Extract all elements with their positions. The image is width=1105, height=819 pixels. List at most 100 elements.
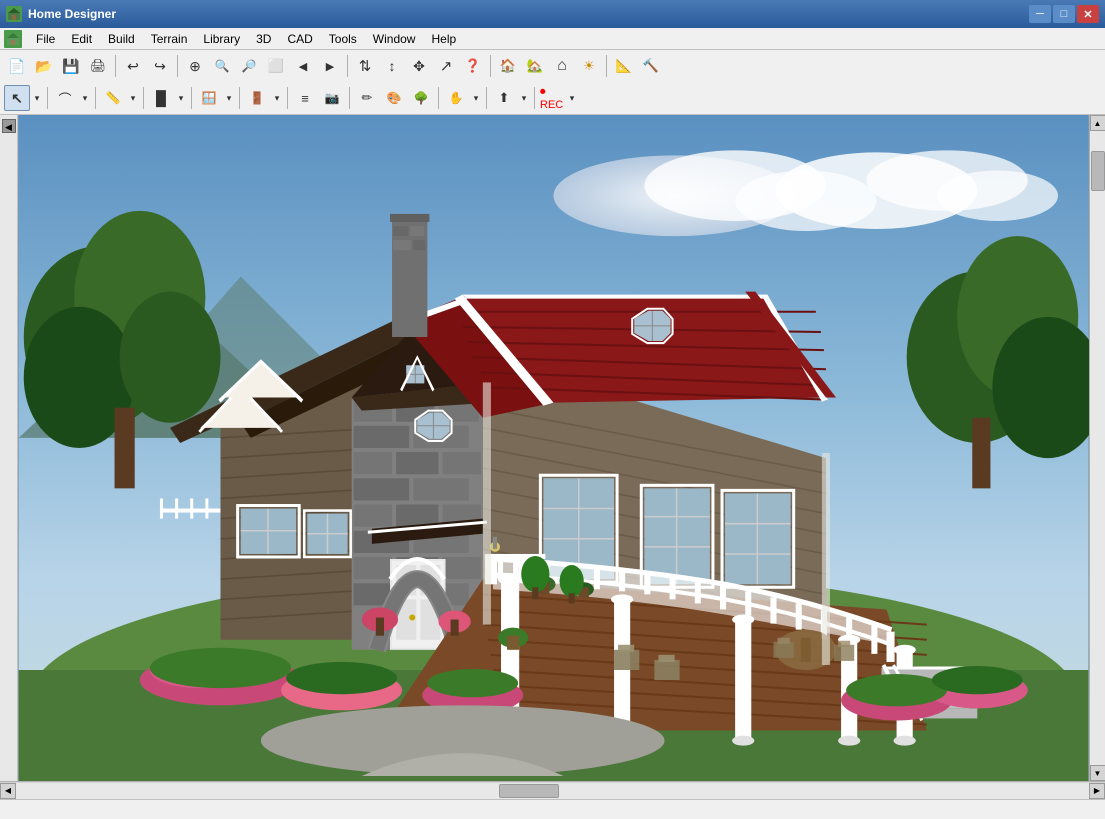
separator-5 bbox=[606, 55, 607, 77]
house-button[interactable]: 🏡 bbox=[522, 53, 548, 79]
scroll-track-horizontal[interactable] bbox=[16, 783, 1089, 799]
record-dropdown-button[interactable]: ▾ bbox=[566, 85, 578, 111]
toolbar-area: ⇅ ↕ ↗ 🏠 🏡 ⌂ ☀ 📐 🔨 ▾ ⌒ ▾ 📏 bbox=[0, 50, 1105, 115]
back-view-button[interactable] bbox=[290, 53, 316, 79]
scroll-track-vertical[interactable] bbox=[1090, 131, 1105, 765]
menu-build[interactable]: Build bbox=[100, 30, 143, 48]
paint-button[interactable]: 🎨 bbox=[381, 85, 407, 111]
separator-t5a bbox=[486, 87, 487, 109]
toolbar-draw-group: ⌒ ▾ 📏 ▾ bbox=[52, 85, 139, 111]
zoom-in-button[interactable] bbox=[209, 53, 235, 79]
main-area: ◀ bbox=[0, 115, 1105, 781]
toolbar-2: ▾ ⌒ ▾ 📏 ▾ █ ▾ 🪟 ▾ 🚪 ▾ ≡ 📷 ✏ 🎨 bbox=[0, 82, 1105, 114]
menu-terrain[interactable]: Terrain bbox=[143, 30, 196, 48]
toolbar-tools-group: ▾ bbox=[4, 85, 43, 111]
roof-button[interactable]: ⌂ bbox=[549, 53, 575, 79]
separator-t1 bbox=[47, 87, 48, 109]
status-bar bbox=[0, 799, 1105, 819]
landscape-button[interactable]: 🌳 bbox=[408, 85, 434, 111]
open-button[interactable] bbox=[31, 53, 57, 79]
scroll-left-arrow[interactable]: ◀ bbox=[0, 783, 16, 799]
menu-file[interactable]: File bbox=[28, 30, 63, 48]
toolbar-edit-group bbox=[120, 53, 173, 79]
separator-t1a bbox=[95, 87, 96, 109]
house-render-svg bbox=[18, 115, 1089, 781]
menu-edit[interactable]: Edit bbox=[63, 30, 100, 48]
menu-3d[interactable]: 3D bbox=[248, 30, 279, 48]
save-button[interactable] bbox=[58, 53, 84, 79]
forward-view-button[interactable] bbox=[317, 53, 343, 79]
redo-button[interactable] bbox=[147, 53, 173, 79]
minimize-button[interactable]: ─ bbox=[1029, 5, 1051, 23]
toolbar-hand-group: ✋ ▾ ⬆ ▾ bbox=[443, 85, 530, 111]
arc-button[interactable]: ⌒ bbox=[52, 85, 78, 111]
toolbar-walls-group: █ ▾ bbox=[148, 85, 187, 111]
hand-dropdown-button[interactable]: ▾ bbox=[470, 85, 482, 111]
extra-btn-2[interactable]: 🔨 bbox=[638, 53, 664, 79]
close-button[interactable]: ✕ bbox=[1077, 5, 1099, 23]
stairs-button[interactable]: ≡ bbox=[292, 85, 318, 111]
sun-button[interactable]: ☀ bbox=[576, 53, 602, 79]
draw-button[interactable]: ✏ bbox=[354, 85, 380, 111]
toolbar-file-group bbox=[4, 53, 111, 79]
canvas-area[interactable] bbox=[18, 115, 1089, 781]
extra-btn-1[interactable]: 📐 bbox=[611, 53, 637, 79]
help-button[interactable] bbox=[460, 53, 486, 79]
arc-dropdown-button[interactable]: ▾ bbox=[79, 85, 91, 111]
toolbar-view-group: ⇅ ↕ ↗ bbox=[352, 53, 486, 79]
menu-cad[interactable]: CAD bbox=[279, 30, 320, 48]
menu-help[interactable]: Help bbox=[423, 30, 464, 48]
zoom-fit-button[interactable] bbox=[182, 53, 208, 79]
record-button[interactable]: ⏺ REC bbox=[539, 85, 565, 111]
maximize-button[interactable]: □ bbox=[1053, 5, 1075, 23]
right-scrollbar[interactable]: ▲ ▼ bbox=[1089, 115, 1105, 781]
hand-tool-button[interactable]: ✋ bbox=[443, 85, 469, 111]
separator-1 bbox=[115, 55, 116, 77]
left-panel-toggle[interactable]: ◀ bbox=[2, 119, 16, 133]
up-dropdown-button[interactable]: ▾ bbox=[518, 85, 530, 111]
separator-t5 bbox=[438, 87, 439, 109]
scroll-right-arrow[interactable]: ▶ bbox=[1089, 783, 1105, 799]
scroll-down-arrow[interactable]: ▼ bbox=[1090, 765, 1105, 781]
window-dropdown-button[interactable]: ▾ bbox=[223, 85, 235, 111]
separator-t3a bbox=[239, 87, 240, 109]
separator-t2 bbox=[143, 87, 144, 109]
rotate-button[interactable]: ↕ bbox=[379, 53, 405, 79]
door-dropdown-button[interactable]: ▾ bbox=[271, 85, 283, 111]
window-button[interactable]: 🪟 bbox=[196, 85, 222, 111]
zoom-out-button[interactable] bbox=[236, 53, 262, 79]
window-title: Home Designer bbox=[28, 7, 116, 21]
menu-library[interactable]: Library bbox=[195, 30, 248, 48]
toolbar-misc-group: ≡ 📷 ✏ 🎨 🌳 bbox=[292, 85, 434, 111]
print-button[interactable] bbox=[85, 53, 111, 79]
door-button[interactable]: 🚪 bbox=[244, 85, 270, 111]
wall-button[interactable]: █ bbox=[148, 85, 174, 111]
toolbar-3d-group: 🏠 🏡 ⌂ ☀ bbox=[495, 53, 602, 79]
window-controls: ─ □ ✕ bbox=[1029, 5, 1099, 23]
select-tool-button[interactable] bbox=[4, 85, 30, 111]
up-arrow-button[interactable]: ⬆ bbox=[491, 85, 517, 111]
separator-t4 bbox=[287, 87, 288, 109]
select-dropdown-button[interactable]: ▾ bbox=[31, 85, 43, 111]
3d-view-button[interactable]: 🏠 bbox=[495, 53, 521, 79]
fill-window-button[interactable] bbox=[263, 53, 289, 79]
arrow-button[interactable]: ↗ bbox=[433, 53, 459, 79]
menu-window[interactable]: Window bbox=[365, 30, 424, 48]
move-button[interactable] bbox=[406, 53, 432, 79]
undo-button[interactable] bbox=[120, 53, 146, 79]
scroll-thumb-horizontal[interactable] bbox=[499, 784, 559, 798]
menu-tools[interactable]: Tools bbox=[321, 30, 365, 48]
scroll-up-arrow[interactable]: ▲ bbox=[1090, 115, 1105, 131]
camera-button[interactable]: 📷 bbox=[319, 85, 345, 111]
separator-2 bbox=[177, 55, 178, 77]
bottom-scrollbar[interactable]: ◀ ▶ bbox=[0, 781, 1105, 799]
wall-dropdown-button[interactable]: ▾ bbox=[175, 85, 187, 111]
toolbar-objects-group: 🪟 ▾ 🚪 ▾ bbox=[196, 85, 283, 111]
scroll-thumb-vertical[interactable] bbox=[1091, 151, 1105, 191]
measure-dropdown-button[interactable]: ▾ bbox=[127, 85, 139, 111]
toolbar-record-group: ⏺ REC ▾ bbox=[539, 85, 578, 111]
toolbar-zoom-group bbox=[182, 53, 343, 79]
measure-button[interactable]: 📏 bbox=[100, 85, 126, 111]
sync-views-button[interactable]: ⇅ bbox=[352, 53, 378, 79]
new-button[interactable] bbox=[4, 53, 30, 79]
